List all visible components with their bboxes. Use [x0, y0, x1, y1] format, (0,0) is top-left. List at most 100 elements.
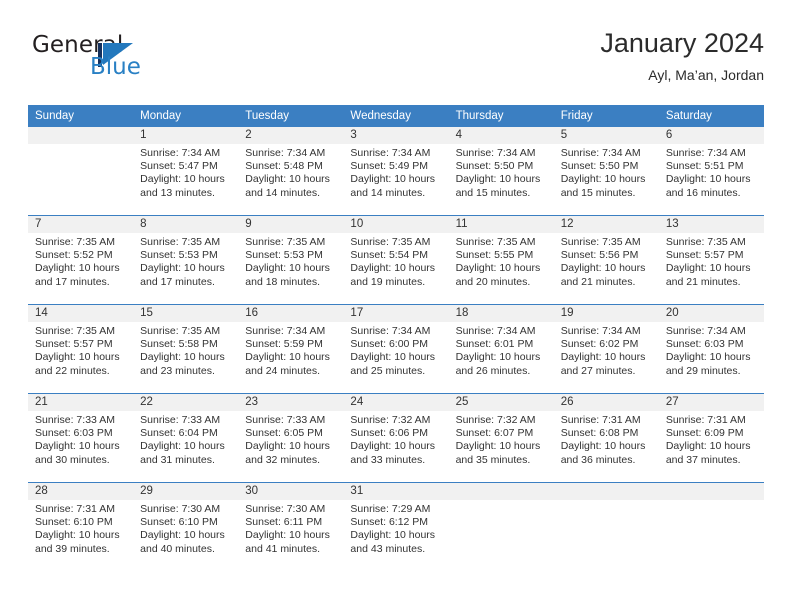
calendar-day-cell[interactable]: 25 Sunrise: 7:32 AM Sunset: 6:07 PM Dayligh… [448, 393, 554, 483]
sunset-time: Sunset: 5:53 PM [245, 249, 323, 262]
calendar-day-cell[interactable]: 18 Sunrise: 7:34 AM Sunset: 6:01 PM Dayligh… [448, 304, 554, 394]
calendar-day-cell[interactable]: 31 Sunrise: 7:29 AM Sunset: 6:12 PM Dayligh… [343, 482, 449, 571]
sunrise-time: Sunrise: 7:31 AM [665, 414, 746, 426]
calendar-day-cell[interactable]: 30 Sunrise: 7:30 AM Sunset: 6:11 PM Dayligh… [238, 482, 344, 571]
day-cell-content: 22 Sunrise: 7:33 AM Sunset: 6:04 PM Dayligh… [133, 394, 239, 482]
daylight-line-1: Daylight: 10 hours [455, 440, 541, 453]
daylight-line-2: and 27 minutes. [560, 364, 636, 377]
calendar-day-cell[interactable]: 15 Sunrise: 7:35 AM Sunset: 5:58 PM Dayligh… [133, 304, 239, 394]
daylight-line-2: and 26 minutes. [455, 364, 531, 377]
calendar-day-cell[interactable]: 16 Sunrise: 7:34 AM Sunset: 5:59 PM Dayligh… [238, 304, 344, 394]
day-cell-content: 30 Sunrise: 7:30 AM Sunset: 6:11 PM Dayligh… [238, 483, 344, 571]
calendar-day-cell[interactable]: 23 Sunrise: 7:33 AM Sunset: 6:05 PM Dayligh… [238, 393, 344, 483]
sunset-time: Sunset: 6:00 PM [350, 338, 429, 351]
sunset-time: Sunset: 5:51 PM [665, 160, 744, 173]
sunset-time: Sunset: 6:10 PM [140, 516, 218, 529]
day-number: 17 [343, 305, 449, 322]
calendar-day-cell[interactable]: 7 Sunrise: 7:35 AM Sunset: 5:52 PM Daylight… [28, 215, 134, 305]
sunrise-time: Sunrise: 7:35 AM [455, 236, 536, 248]
day-sun-info: Sunrise: 7:31 AM Sunset: 6:08 PM Daylight:… [554, 411, 659, 467]
day-cell-content [448, 483, 554, 571]
daylight-line-1: Daylight: 10 hours [245, 529, 330, 542]
sunrise-time: Sunrise: 7:35 AM [140, 325, 221, 337]
day-sun-info: Sunrise: 7:34 AM Sunset: 5:50 PM Daylight:… [554, 144, 659, 200]
daylight-line-2: and 17 minutes. [35, 275, 110, 288]
sunset-time: Sunset: 5:50 PM [560, 160, 639, 173]
sunset-time: Sunset: 5:57 PM [35, 338, 113, 351]
sunset-time: Sunset: 5:54 PM [350, 249, 429, 262]
daylight-line-2: and 24 minutes. [245, 364, 320, 377]
daylight-line-2: and 23 minutes. [140, 364, 215, 377]
daylight-line-1: Daylight: 10 hours [560, 173, 646, 186]
sunset-time: Sunset: 5:53 PM [140, 249, 218, 262]
day-cell-content: 19 Sunrise: 7:34 AM Sunset: 6:02 PM Dayligh… [553, 305, 659, 393]
calendar-page: General Blue January 2024 Ayl, Ma’an, Jo… [0, 0, 792, 612]
sunrise-time: Sunrise: 7:33 AM [245, 414, 326, 426]
daylight-line-1: Daylight: 10 hours [350, 262, 436, 275]
day-sun-info: Sunrise: 7:32 AM Sunset: 6:06 PM Daylight:… [343, 411, 448, 467]
calendar-day-cell[interactable]: 24 Sunrise: 7:32 AM Sunset: 6:06 PM Dayligh… [343, 393, 449, 483]
daylight-line-1: Daylight: 10 hours [245, 262, 330, 275]
calendar-day-cell[interactable]: 13 Sunrise: 7:35 AM Sunset: 5:57 PM Dayligh… [658, 215, 764, 305]
day-sun-info: Sunrise: 7:34 AM Sunset: 6:01 PM Daylight:… [449, 322, 554, 378]
calendar-day-cell[interactable]: 9 Sunrise: 7:35 AM Sunset: 5:53 PM Daylight… [238, 215, 344, 305]
day-cell-content: 16 Sunrise: 7:34 AM Sunset: 5:59 PM Dayligh… [238, 305, 344, 393]
sunrise-time: Sunrise: 7:33 AM [35, 414, 115, 426]
calendar-day-cell[interactable]: 4 Sunrise: 7:34 AM Sunset: 5:50 PM Daylight… [448, 127, 554, 216]
calendar-day-cell[interactable]: 22 Sunrise: 7:33 AM Sunset: 6:04 PM Dayligh… [133, 393, 239, 483]
calendar-day-cell[interactable]: 14 Sunrise: 7:35 AM Sunset: 5:57 PM Dayligh… [28, 304, 134, 394]
daylight-line-1: Daylight: 10 hours [140, 351, 225, 364]
day-sun-info: Sunrise: 7:33 AM Sunset: 6:05 PM Daylight:… [238, 411, 343, 467]
weekday-header-monday: Monday [133, 105, 239, 127]
daylight-line-1: Daylight: 10 hours [665, 173, 751, 186]
day-number: 3 [343, 127, 449, 144]
day-cell-content: 31 Sunrise: 7:29 AM Sunset: 6:12 PM Dayligh… [343, 483, 449, 571]
calendar-day-cell [553, 482, 659, 571]
daylight-line-1: Daylight: 10 hours [350, 351, 436, 364]
calendar-day-cell[interactable]: 29 Sunrise: 7:30 AM Sunset: 6:10 PM Dayligh… [133, 482, 239, 571]
calendar-week-row: 28 Sunrise: 7:31 AM Sunset: 6:10 PM Dayligh… [28, 482, 764, 571]
calendar-day-cell[interactable]: 21 Sunrise: 7:33 AM Sunset: 6:03 PM Dayligh… [28, 393, 134, 483]
calendar-day-cell[interactable]: 2 Sunrise: 7:34 AM Sunset: 5:48 PM Daylight… [238, 127, 344, 216]
calendar-day-cell[interactable]: 3 Sunrise: 7:34 AM Sunset: 5:49 PM Daylight… [343, 127, 449, 216]
calendar-day-cell[interactable]: 6 Sunrise: 7:34 AM Sunset: 5:51 PM Daylight… [658, 127, 764, 216]
day-number: 16 [238, 305, 344, 322]
sunset-time: Sunset: 6:03 PM [35, 427, 113, 440]
day-cell-content: 17 Sunrise: 7:34 AM Sunset: 6:00 PM Dayligh… [343, 305, 449, 393]
daylight-line-2: and 37 minutes. [665, 453, 741, 466]
calendar-day-cell[interactable]: 5 Sunrise: 7:34 AM Sunset: 5:50 PM Daylight… [553, 127, 659, 216]
calendar-day-cell[interactable]: 26 Sunrise: 7:31 AM Sunset: 6:08 PM Dayligh… [553, 393, 659, 483]
sunrise-time: Sunrise: 7:34 AM [245, 147, 326, 159]
calendar-day-cell[interactable]: 10 Sunrise: 7:35 AM Sunset: 5:54 PM Dayligh… [343, 215, 449, 305]
sunset-time: Sunset: 5:50 PM [455, 160, 534, 173]
calendar-day-cell[interactable]: 1 Sunrise: 7:34 AM Sunset: 5:47 PM Daylight… [133, 127, 239, 216]
sunrise-time: Sunrise: 7:30 AM [245, 503, 326, 515]
day-sun-info: Sunrise: 7:32 AM Sunset: 6:07 PM Daylight:… [449, 411, 554, 467]
calendar-day-cell[interactable]: 19 Sunrise: 7:34 AM Sunset: 6:02 PM Dayligh… [553, 304, 659, 394]
day-cell-content: 10 Sunrise: 7:35 AM Sunset: 5:54 PM Dayligh… [343, 216, 449, 304]
day-cell-content: 6 Sunrise: 7:34 AM Sunset: 5:51 PM Daylight… [658, 127, 764, 215]
calendar-day-cell[interactable]: 12 Sunrise: 7:35 AM Sunset: 5:56 PM Dayligh… [553, 215, 659, 305]
calendar-week-row: 7 Sunrise: 7:35 AM Sunset: 5:52 PM Daylight… [28, 215, 764, 305]
day-sun-info: Sunrise: 7:35 AM Sunset: 5:53 PM Daylight:… [133, 233, 238, 289]
daylight-line-2: and 19 minutes. [350, 275, 426, 288]
calendar-day-cell[interactable]: 8 Sunrise: 7:35 AM Sunset: 5:53 PM Daylight… [133, 215, 239, 305]
day-number: 18 [448, 305, 554, 322]
sunrise-time: Sunrise: 7:34 AM [665, 325, 746, 337]
calendar-day-cell[interactable]: 20 Sunrise: 7:34 AM Sunset: 6:03 PM Dayligh… [658, 304, 764, 394]
sunset-time: Sunset: 5:55 PM [455, 249, 534, 262]
sunset-time: Sunset: 6:06 PM [350, 427, 429, 440]
sunrise-time: Sunrise: 7:32 AM [455, 414, 536, 426]
calendar-day-cell[interactable]: 28 Sunrise: 7:31 AM Sunset: 6:10 PM Dayligh… [28, 482, 134, 571]
daylight-line-2: and 15 minutes. [455, 186, 531, 199]
daylight-line-2: and 35 minutes. [455, 453, 531, 466]
daylight-line-2: and 29 minutes. [665, 364, 741, 377]
calendar-day-cell[interactable]: 27 Sunrise: 7:31 AM Sunset: 6:09 PM Dayligh… [658, 393, 764, 483]
day-cell-content [28, 127, 134, 215]
day-cell-content: 3 Sunrise: 7:34 AM Sunset: 5:49 PM Daylight… [343, 127, 449, 215]
daylight-line-1: Daylight: 10 hours [140, 173, 225, 186]
calendar-day-cell[interactable]: 17 Sunrise: 7:34 AM Sunset: 6:00 PM Dayligh… [343, 304, 449, 394]
day-number: 7 [28, 216, 134, 233]
day-sun-info: Sunrise: 7:35 AM Sunset: 5:52 PM Daylight:… [28, 233, 133, 289]
calendar-day-cell[interactable]: 11 Sunrise: 7:35 AM Sunset: 5:55 PM Dayligh… [448, 215, 554, 305]
